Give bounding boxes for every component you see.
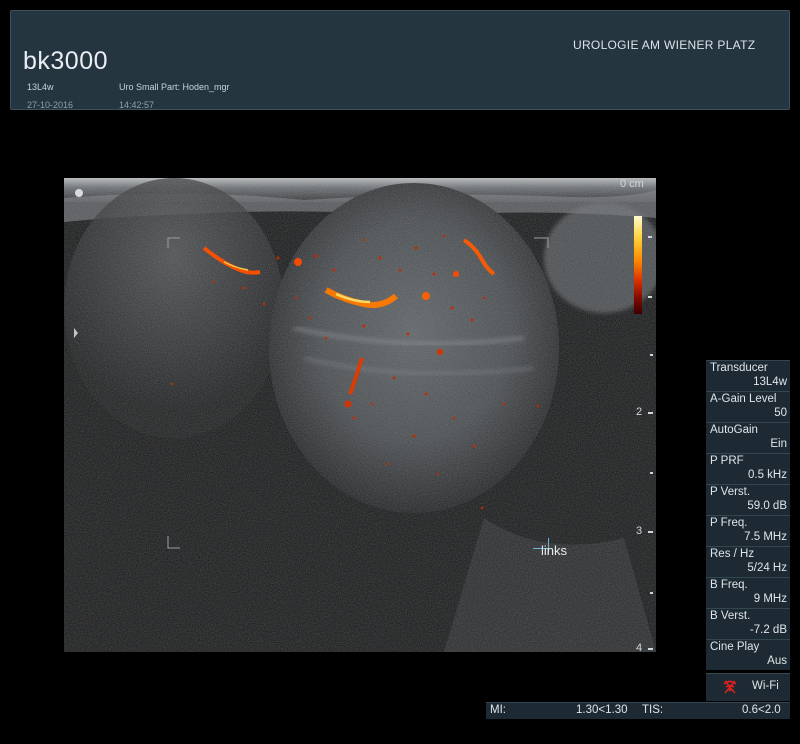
depth-unit-label: 0 cm	[620, 178, 644, 190]
doppler-color-scale	[634, 216, 642, 314]
depth-label-2: 2	[636, 406, 643, 418]
exam-time: 14:42:57	[119, 100, 155, 110]
ultrasound-image[interactable]	[64, 178, 656, 652]
param-b-freq[interactable]: B Freq. 9 MHz	[706, 577, 790, 608]
preset-name: Uro Small Part: Hoden_mgr	[119, 82, 230, 92]
depth-tick	[648, 412, 653, 414]
tis-label: TIS:	[642, 704, 664, 716]
param-p-freq[interactable]: P Freq. 7.5 MHz	[706, 515, 790, 546]
header-bar: bk3000 UROLOGIE AM WIENER PLATZ 13L4w Ur…	[10, 10, 790, 110]
param-transducer[interactable]: Transducer 13L4w	[706, 360, 790, 391]
param-a-gain-level[interactable]: A-Gain Level 50	[706, 391, 790, 422]
side-annotation[interactable]: links	[541, 543, 567, 558]
depth-minor-tick	[650, 354, 653, 356]
param-p-verst[interactable]: P Verst. 59.0 dB	[706, 484, 790, 515]
device-logo: bk3000	[23, 47, 109, 75]
clinic-name: UROLOGIE AM WIENER PLATZ	[573, 38, 756, 52]
tis-value: 0.6<2.0	[742, 704, 781, 716]
wifi-label: Wi-Fi	[752, 680, 779, 692]
mi-value: 1.30<1.30	[576, 704, 628, 716]
color-scale-tick	[648, 296, 652, 298]
depth-label-4: 4	[636, 642, 643, 654]
color-scale-tick	[648, 236, 652, 238]
param-b-verst[interactable]: B Verst. -7.2 dB	[706, 608, 790, 639]
exam-date: 27-10-2016	[27, 100, 74, 110]
depth-tick	[648, 648, 653, 650]
depth-minor-tick	[650, 592, 653, 594]
parameter-panel: Transducer 13L4w A-Gain Level 50 AutoGain E…	[706, 360, 790, 670]
safety-index-bar: MI: 1.30<1.30 TIS: 0.6<2.0	[486, 702, 790, 719]
transducer-code: 13L4w	[27, 82, 54, 92]
param-res-hz[interactable]: Res / Hz 5/24 Hz	[706, 546, 790, 577]
ultrasound-canvas	[64, 178, 656, 652]
wifi-off-icon	[723, 680, 737, 694]
param-autogain[interactable]: AutoGain Ein	[706, 422, 790, 453]
depth-minor-tick	[650, 472, 653, 474]
param-p-prf[interactable]: P PRF 0.5 kHz	[706, 453, 790, 484]
wifi-status[interactable]: Wi-Fi	[706, 673, 790, 701]
depth-label-3: 3	[636, 525, 643, 537]
param-cine-play[interactable]: Cine Play Aus	[706, 639, 790, 670]
depth-tick	[648, 531, 653, 533]
mi-label: MI:	[490, 704, 506, 716]
